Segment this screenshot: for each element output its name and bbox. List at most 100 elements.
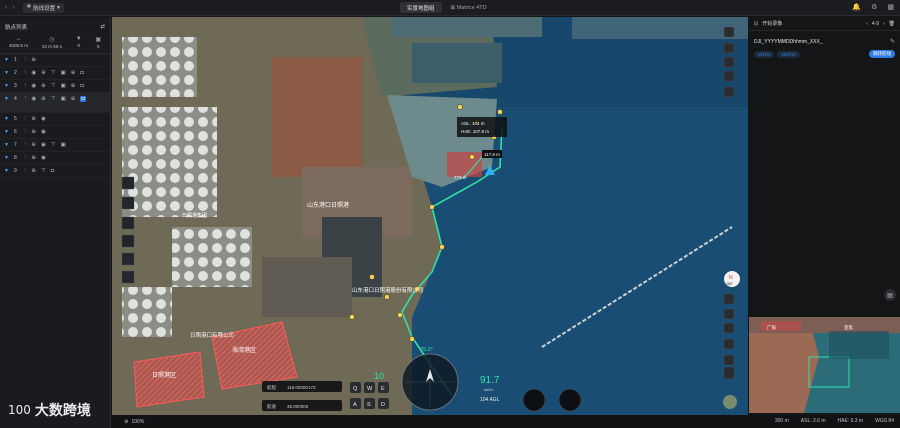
photo-icon[interactable]: ▣ bbox=[61, 142, 66, 148]
drone-icon[interactable]: ⫶ bbox=[25, 129, 26, 136]
waypoint-row-9[interactable]: ▼ 9 ⫶ ⊕ ⊤ ◘ bbox=[0, 165, 110, 178]
zoom-icon[interactable]: ⊕ bbox=[31, 129, 36, 135]
zoom-icon[interactable]: ⊕ bbox=[31, 116, 36, 122]
eye-icon[interactable]: ◉ bbox=[41, 129, 46, 135]
waypoint-row-1[interactable]: ▼ 1 ⫶ ⊕ bbox=[0, 54, 110, 67]
waypoint-row-5[interactable]: ▼ 5 ⫶ ⊕ ◉ bbox=[0, 113, 110, 126]
waypoint-marker-icon: ▼ bbox=[4, 168, 9, 174]
drone-icon[interactable]: ⫶ bbox=[25, 142, 26, 149]
zoom-icon[interactable]: ⊕ bbox=[31, 57, 36, 63]
layout-icon[interactable]: ▦ bbox=[887, 3, 894, 11]
photo-icon[interactable]: ▣ bbox=[61, 96, 66, 102]
key-w[interactable]: W bbox=[367, 386, 373, 392]
delete-icon[interactable]: 🗑 bbox=[889, 21, 895, 27]
waypoint-distance-label: 117.8 m bbox=[484, 152, 500, 157]
camera-icon[interactable]: ◉ bbox=[31, 70, 36, 76]
drone-icon[interactable]: ⫶ bbox=[25, 57, 26, 64]
photo-icon: ▣ bbox=[95, 37, 102, 43]
bell-icon[interactable]: 🔔 bbox=[852, 3, 861, 11]
app-root: ‹ › ⛖ 航线设置 ▾ 实景地图组 ⊠ Matrice 4TD 🔔 ⚙ ▦ 航… bbox=[0, 0, 900, 428]
action-pager-label: 4-9 bbox=[871, 20, 879, 27]
add-waypoint-icon[interactable]: ⇄ bbox=[100, 24, 105, 30]
key-a[interactable]: A bbox=[353, 402, 357, 408]
waypoint-marker-icon: ▼ bbox=[4, 83, 9, 89]
waypoint-number: 5 bbox=[13, 116, 17, 122]
video-icon[interactable]: ◘ bbox=[51, 168, 54, 174]
key-d[interactable]: D bbox=[381, 402, 385, 408]
map-canvas[interactable]: ASL: 104 m HAE: 107.8 m 117.8 m 779 m 山东… bbox=[112, 17, 748, 415]
gimbal-icon[interactable]: ⊤ bbox=[51, 70, 56, 76]
zoom-icon[interactable]: ⊕ bbox=[31, 155, 36, 161]
zoom-icon[interactable]: ⊕ bbox=[71, 83, 76, 89]
gimbal-icon[interactable]: ⊤ bbox=[51, 142, 56, 148]
tab-map[interactable]: 实景地图组 bbox=[400, 2, 442, 13]
drone-icon[interactable]: ⫶ bbox=[25, 168, 26, 175]
chat-icon[interactable]: ▤ bbox=[884, 289, 896, 301]
waypoint-row-8[interactable]: ▼ 8 ⫶ ⊕ ◉ bbox=[0, 152, 110, 165]
eye-icon[interactable]: ◉ bbox=[41, 142, 46, 148]
drone-icon[interactable]: ⫶ bbox=[25, 70, 26, 77]
video-icon[interactable]: ◘ bbox=[80, 70, 83, 76]
tag-chip[interactable]: M4TD bbox=[754, 50, 775, 58]
waypoint-panel: 航点列表 ⇄ ↔ 4005.5 m ◷ 10 m 55 s ▼ 9 ▣ 5 ▼ 1 ⫶ ⊕ ▼… bbox=[0, 17, 111, 428]
waypoint-row-4[interactable]: ▼ 4 ⫶ ◉ ⊕ ⊤ ▣ ⊕ ◘ bbox=[0, 93, 110, 113]
gimbal-value-1[interactable]: 119.00000173 bbox=[287, 385, 316, 390]
photo-icon[interactable]: ▣ bbox=[61, 70, 66, 76]
flight-settings-button[interactable]: ⛖ 航线设置 ▾ bbox=[22, 2, 64, 13]
settings-icon[interactable]: ⚙ bbox=[124, 419, 128, 425]
drone-icon[interactable]: ⫶ bbox=[25, 83, 26, 90]
stat-waypoints: ▼ 9 bbox=[76, 36, 82, 49]
map-layer-toggle[interactable] bbox=[723, 395, 737, 409]
stat-time-value: 10 m 55 s bbox=[41, 44, 62, 49]
satellite-map[interactable]: ASL: 104 m HAE: 107.8 m 117.8 m 779 m 山东… bbox=[112, 17, 748, 415]
waypoint-row-2[interactable]: ▼ 2 ⫶ ◉ ⊕ ⊤ ▣ ⊕ ◘ bbox=[0, 67, 110, 80]
zone-label-2: 日照港区 bbox=[152, 371, 176, 379]
video-icon[interactable]: ◘ bbox=[80, 96, 86, 102]
tab-drone-label: Matrice 4TD bbox=[456, 4, 487, 11]
eye-icon[interactable]: ◉ bbox=[41, 155, 46, 161]
next-icon[interactable]: › bbox=[883, 21, 885, 27]
key-e[interactable]: E bbox=[381, 386, 385, 392]
camera-icon[interactable]: ◉ bbox=[31, 96, 36, 102]
gear-icon[interactable]: ⚙ bbox=[871, 3, 877, 11]
gimbal-icon[interactable]: ⊤ bbox=[51, 96, 56, 102]
zoom-icon[interactable]: ⊕ bbox=[71, 96, 76, 102]
zoom-icon[interactable]: ⊕ bbox=[41, 83, 46, 89]
waypoint-row-3[interactable]: ▼ 3 ⫶ ◉ ⊕ ⊤ ▣ ⊕ ◘ bbox=[0, 80, 110, 93]
inset-label-zoom: 变焦 bbox=[844, 324, 853, 331]
forward-icon[interactable]: › bbox=[12, 4, 14, 11]
camera-icon[interactable]: ◉ bbox=[31, 83, 36, 89]
zoom-icon[interactable]: ⊕ bbox=[31, 142, 36, 148]
eye-icon[interactable]: ◉ bbox=[41, 116, 46, 122]
key-q[interactable]: Q bbox=[353, 386, 358, 392]
zoom-icon[interactable]: ⊕ bbox=[41, 70, 46, 76]
gimbal-value-2[interactable]: 35.000000 bbox=[287, 404, 309, 409]
back-icon[interactable]: ‹ bbox=[5, 4, 7, 11]
edit-icon[interactable]: ✎ bbox=[890, 38, 895, 45]
nav-arrows: ‹ › bbox=[0, 4, 15, 11]
gimbal-icon[interactable]: ⊤ bbox=[51, 83, 56, 89]
zoom-icon[interactable]: ⊕ bbox=[41, 96, 46, 102]
waypoint-number: 2 bbox=[13, 70, 17, 76]
prev-icon[interactable]: ‹ bbox=[866, 21, 868, 27]
waypoint-marker-icon: ▼ bbox=[4, 129, 9, 135]
drone-icon[interactable]: ⫶ bbox=[25, 155, 26, 162]
zone-label-1: 海湾港区 bbox=[232, 346, 256, 354]
jump-route-button[interactable]: 跳转航线 bbox=[869, 50, 895, 58]
photo-icon[interactable]: ▣ bbox=[61, 83, 66, 89]
key-s[interactable]: S bbox=[367, 402, 371, 408]
waypoint-number: 3 bbox=[13, 83, 17, 89]
video-icon[interactable]: ◘ bbox=[80, 83, 83, 89]
gimbal-gauge bbox=[522, 388, 546, 412]
tab-drone[interactable]: ⊠ Matrice 4TD bbox=[444, 2, 494, 13]
drone-icon[interactable]: ⫶ bbox=[25, 96, 26, 103]
camera-inset[interactable]: 广角 变焦 bbox=[749, 317, 900, 413]
zoom-icon[interactable]: ⊕ bbox=[71, 70, 76, 76]
tag-chip[interactable]: 4D4TD bbox=[777, 50, 800, 58]
gimbal-icon[interactable]: ⊤ bbox=[41, 168, 46, 174]
waypoint-list: ▼ 1 ⫶ ⊕ ▼ 2 ⫶ ◉ ⊕ ⊤ ▣ ⊕ ◘ ▼ 3 ⫶ ◉ ⊕ ⊤ ▣ ⊕ ◘ ▼ 4 ⫶ ◉ ⊕ ⊤ ▣ ⊕ ◘ ▼ 5 ⫶ ⊕ ◉… bbox=[0, 54, 110, 178]
drone-icon[interactable]: ⫶ bbox=[25, 116, 26, 123]
zoom-icon[interactable]: ⊕ bbox=[31, 168, 36, 174]
waypoint-row-6[interactable]: ▼ 6 ⫶ ⊕ ◉ bbox=[0, 126, 110, 139]
waypoint-row-7[interactable]: ▼ 7 ⫶ ⊕ ◉ ⊤ ▣ bbox=[0, 139, 110, 152]
